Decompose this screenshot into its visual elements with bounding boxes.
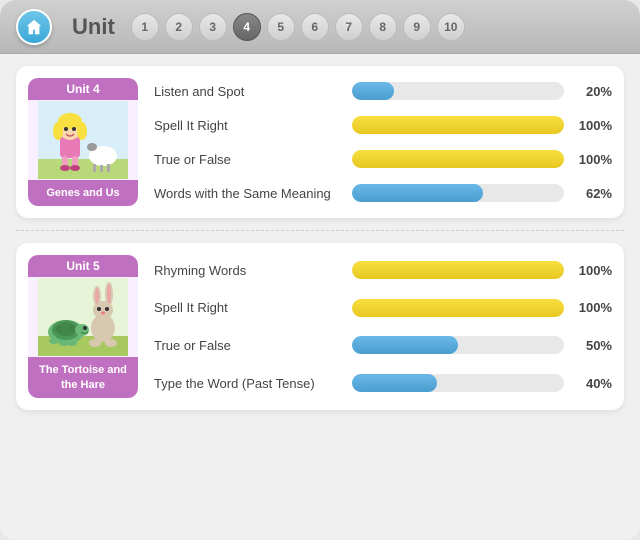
progress-pct: 100% xyxy=(572,300,612,315)
tab-1[interactable]: 1 xyxy=(131,13,159,41)
unit4-card-image xyxy=(28,100,138,180)
progress-label: Spell It Right xyxy=(154,300,344,315)
progress-bar-fill xyxy=(352,150,564,168)
unit-label: Unit xyxy=(72,14,115,40)
progress-bar-fill xyxy=(352,184,483,202)
unit5-card[interactable]: Unit 5 xyxy=(28,255,138,398)
unit4-card-footer: Genes and Us xyxy=(28,180,138,206)
progress-label: Words with the Same Meaning xyxy=(154,186,344,201)
home-icon xyxy=(25,18,43,36)
progress-label: True or False xyxy=(154,338,344,353)
unit4-card-header: Unit 4 xyxy=(28,78,138,100)
unit4-progress-list: Listen and Spot 20% Spell It Right 100% … xyxy=(154,78,612,206)
unit5-card-footer: The Tortoise and the Hare xyxy=(28,357,138,398)
progress-bar-container xyxy=(352,261,564,279)
progress-bar-fill xyxy=(352,299,564,317)
unit5-illustration xyxy=(38,278,128,356)
section-divider xyxy=(16,230,624,231)
unit5-section: Unit 5 xyxy=(16,243,624,410)
progress-row: Rhyming Words 100% xyxy=(154,261,612,279)
progress-pct: 40% xyxy=(572,376,612,391)
progress-row: True or False 100% xyxy=(154,150,612,168)
progress-pct: 100% xyxy=(572,152,612,167)
unit4-card[interactable]: Unit 4 xyxy=(28,78,138,206)
unit4-illustration xyxy=(38,101,128,179)
progress-label: Type the Word (Past Tense) xyxy=(154,376,344,391)
progress-bar-container xyxy=(352,150,564,168)
tab-8[interactable]: 8 xyxy=(369,13,397,41)
tab-5[interactable]: 5 xyxy=(267,13,295,41)
progress-row: Listen and Spot 20% xyxy=(154,82,612,100)
progress-bar-fill xyxy=(352,261,564,279)
header: Unit 1 2 3 4 5 6 7 8 9 10 xyxy=(0,0,640,54)
progress-bar-fill xyxy=(352,116,564,134)
progress-pct: 20% xyxy=(572,84,612,99)
progress-bar-fill xyxy=(352,336,458,354)
main-content: Unit 4 xyxy=(0,54,640,540)
progress-label: Listen and Spot xyxy=(154,84,344,99)
home-button[interactable] xyxy=(16,9,52,45)
tab-4[interactable]: 4 xyxy=(233,13,261,41)
progress-bar-container xyxy=(352,184,564,202)
tab-2[interactable]: 2 xyxy=(165,13,193,41)
progress-pct: 62% xyxy=(572,186,612,201)
progress-pct: 100% xyxy=(572,263,612,278)
progress-bar-container xyxy=(352,374,564,392)
progress-bar-container xyxy=(352,82,564,100)
progress-row: Type the Word (Past Tense) 40% xyxy=(154,374,612,392)
app-container: Unit 1 2 3 4 5 6 7 8 9 10 Unit 4 xyxy=(0,0,640,540)
progress-pct: 50% xyxy=(572,338,612,353)
unit5-card-image xyxy=(28,277,138,357)
progress-row: Spell It Right 100% xyxy=(154,299,612,317)
progress-bar-fill xyxy=(352,374,437,392)
progress-label: Rhyming Words xyxy=(154,263,344,278)
tab-6[interactable]: 6 xyxy=(301,13,329,41)
progress-bar-container xyxy=(352,299,564,317)
tab-7[interactable]: 7 xyxy=(335,13,363,41)
unit5-progress-list: Rhyming Words 100% Spell It Right 100% T… xyxy=(154,255,612,398)
progress-row: Words with the Same Meaning 62% xyxy=(154,184,612,202)
unit5-card-header: Unit 5 xyxy=(28,255,138,277)
unit4-section: Unit 4 xyxy=(16,66,624,218)
progress-bar-fill xyxy=(352,82,394,100)
unit-tabs: 1 2 3 4 5 6 7 8 9 10 xyxy=(131,13,465,41)
progress-bar-container xyxy=(352,116,564,134)
progress-bar-container xyxy=(352,336,564,354)
progress-pct: 100% xyxy=(572,118,612,133)
tab-9[interactable]: 9 xyxy=(403,13,431,41)
tab-3[interactable]: 3 xyxy=(199,13,227,41)
progress-label: True or False xyxy=(154,152,344,167)
tab-10[interactable]: 10 xyxy=(437,13,465,41)
progress-row: Spell It Right 100% xyxy=(154,116,612,134)
progress-label: Spell It Right xyxy=(154,118,344,133)
progress-row: True or False 50% xyxy=(154,336,612,354)
